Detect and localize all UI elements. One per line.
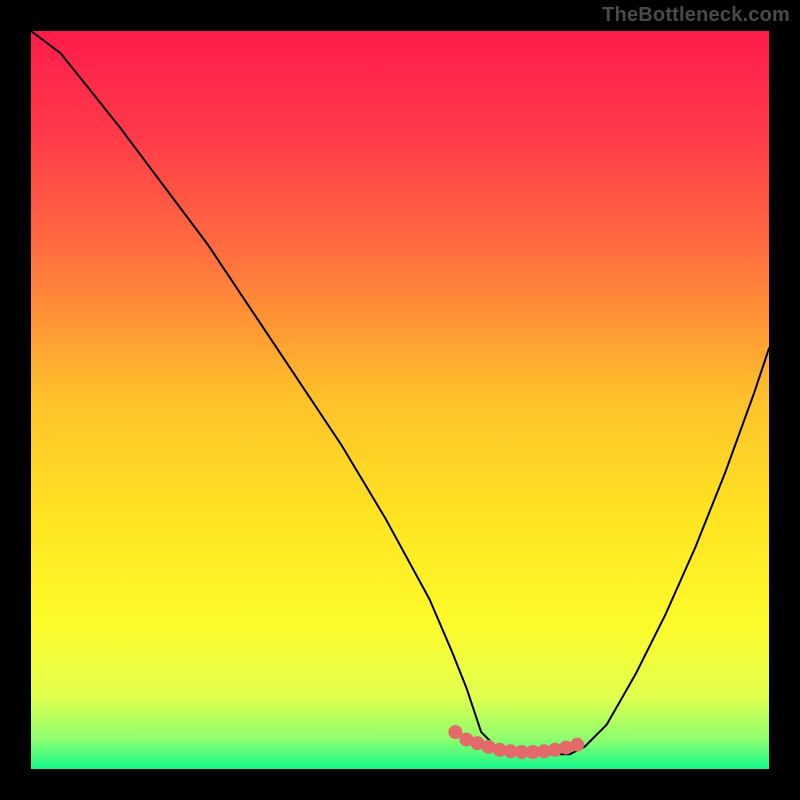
watermark-text: TheBottleneck.com [602, 4, 790, 27]
plot-background-gradient [31, 31, 769, 769]
optimal-range-dot [570, 738, 584, 752]
bottleneck-chart [0, 0, 800, 800]
chart-stage: TheBottleneck.com [0, 0, 800, 800]
